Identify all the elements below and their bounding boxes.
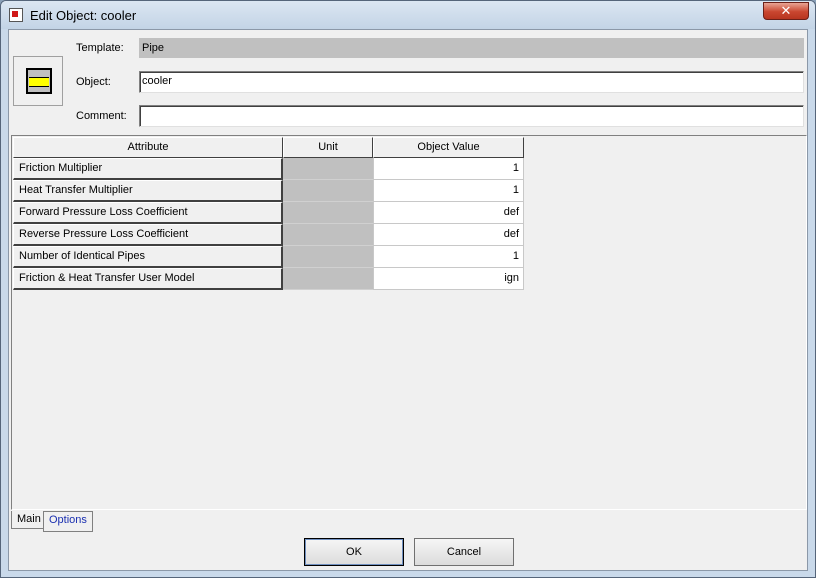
pipe-icon-bar	[29, 77, 49, 87]
row-attribute[interactable]: Forward Pressure Loss Coefficient	[13, 202, 283, 224]
cancel-button[interactable]: Cancel	[414, 538, 514, 566]
row-attribute[interactable]: Friction & Heat Transfer User Model	[13, 268, 283, 290]
ok-button[interactable]: OK	[304, 538, 404, 566]
row-attribute[interactable]: Friction Multiplier	[13, 158, 283, 180]
header-attribute[interactable]: Attribute	[13, 137, 283, 158]
header-object-value[interactable]: Object Value	[373, 137, 524, 158]
comment-field[interactable]	[139, 105, 804, 127]
row-unit	[283, 202, 373, 224]
tab-options[interactable]: Options	[43, 511, 93, 532]
edit-object-window: Edit Object: cooler ✕ Template: Pipe Obj…	[0, 0, 816, 578]
tab-main[interactable]: Main	[11, 511, 47, 529]
window-title: Edit Object: cooler	[30, 8, 137, 23]
row-unit	[283, 180, 373, 202]
row-attribute[interactable]: Heat Transfer Multiplier	[13, 180, 283, 202]
template-label: Template:	[76, 42, 124, 54]
attribute-table-panel: Attribute Unit Object Value Friction Mul…	[11, 135, 807, 510]
row-value[interactable]: 1	[373, 246, 524, 268]
title-bar[interactable]: Edit Object: cooler ✕	[1, 1, 815, 29]
row-value[interactable]: ign	[373, 268, 524, 290]
pipe-icon-frame	[26, 68, 52, 94]
dialog-client: Template: Pipe Object: cooler Comment: A…	[8, 29, 808, 571]
row-value[interactable]: 1	[373, 180, 524, 202]
template-field: Pipe	[139, 38, 804, 58]
app-icon	[9, 8, 23, 22]
row-unit	[283, 268, 373, 290]
close-icon[interactable]: ✕	[763, 2, 809, 20]
row-attribute[interactable]: Reverse Pressure Loss Coefficient	[13, 224, 283, 246]
row-value[interactable]: 1	[373, 158, 524, 180]
object-field[interactable]: cooler	[139, 71, 804, 93]
pipe-object-icon	[13, 56, 63, 106]
row-value[interactable]: def	[373, 224, 524, 246]
row-unit	[283, 246, 373, 268]
row-unit	[283, 224, 373, 246]
row-attribute[interactable]: Number of Identical Pipes	[13, 246, 283, 268]
header-unit[interactable]: Unit	[283, 137, 373, 158]
object-label: Object:	[76, 76, 111, 88]
comment-label: Comment:	[76, 110, 127, 122]
row-unit	[283, 158, 373, 180]
row-value[interactable]: def	[373, 202, 524, 224]
